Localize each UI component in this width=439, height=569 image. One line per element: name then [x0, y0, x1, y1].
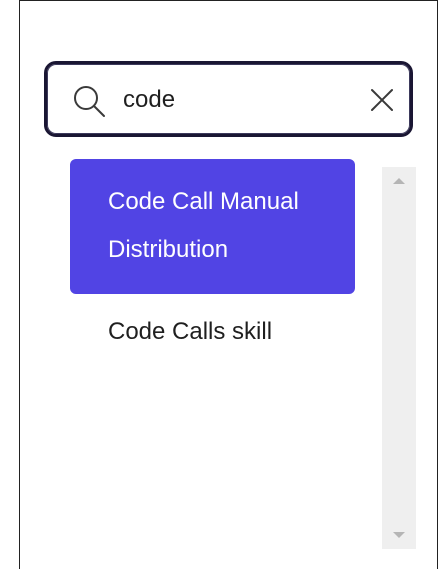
list-item-label: Code Calls skill	[108, 318, 273, 345]
list-item-label: Code Call Manual Distribution	[108, 188, 299, 263]
list-item[interactable]: Code Calls skill	[70, 294, 355, 374]
search-input[interactable]	[123, 80, 343, 120]
scrollbar[interactable]	[382, 167, 416, 549]
search-box[interactable]	[44, 61, 413, 137]
search-icon	[74, 86, 105, 117]
results-list: Code Call Manual Distribution Code Calls…	[70, 159, 357, 374]
list-item[interactable]: Code Call Manual Distribution	[70, 159, 355, 294]
dropdown-panel: Code Call Manual Distribution Code Calls…	[19, 0, 438, 569]
chevron-down-icon[interactable]	[393, 532, 405, 538]
chevron-up-icon[interactable]	[393, 178, 405, 184]
close-icon[interactable]	[368, 86, 396, 114]
